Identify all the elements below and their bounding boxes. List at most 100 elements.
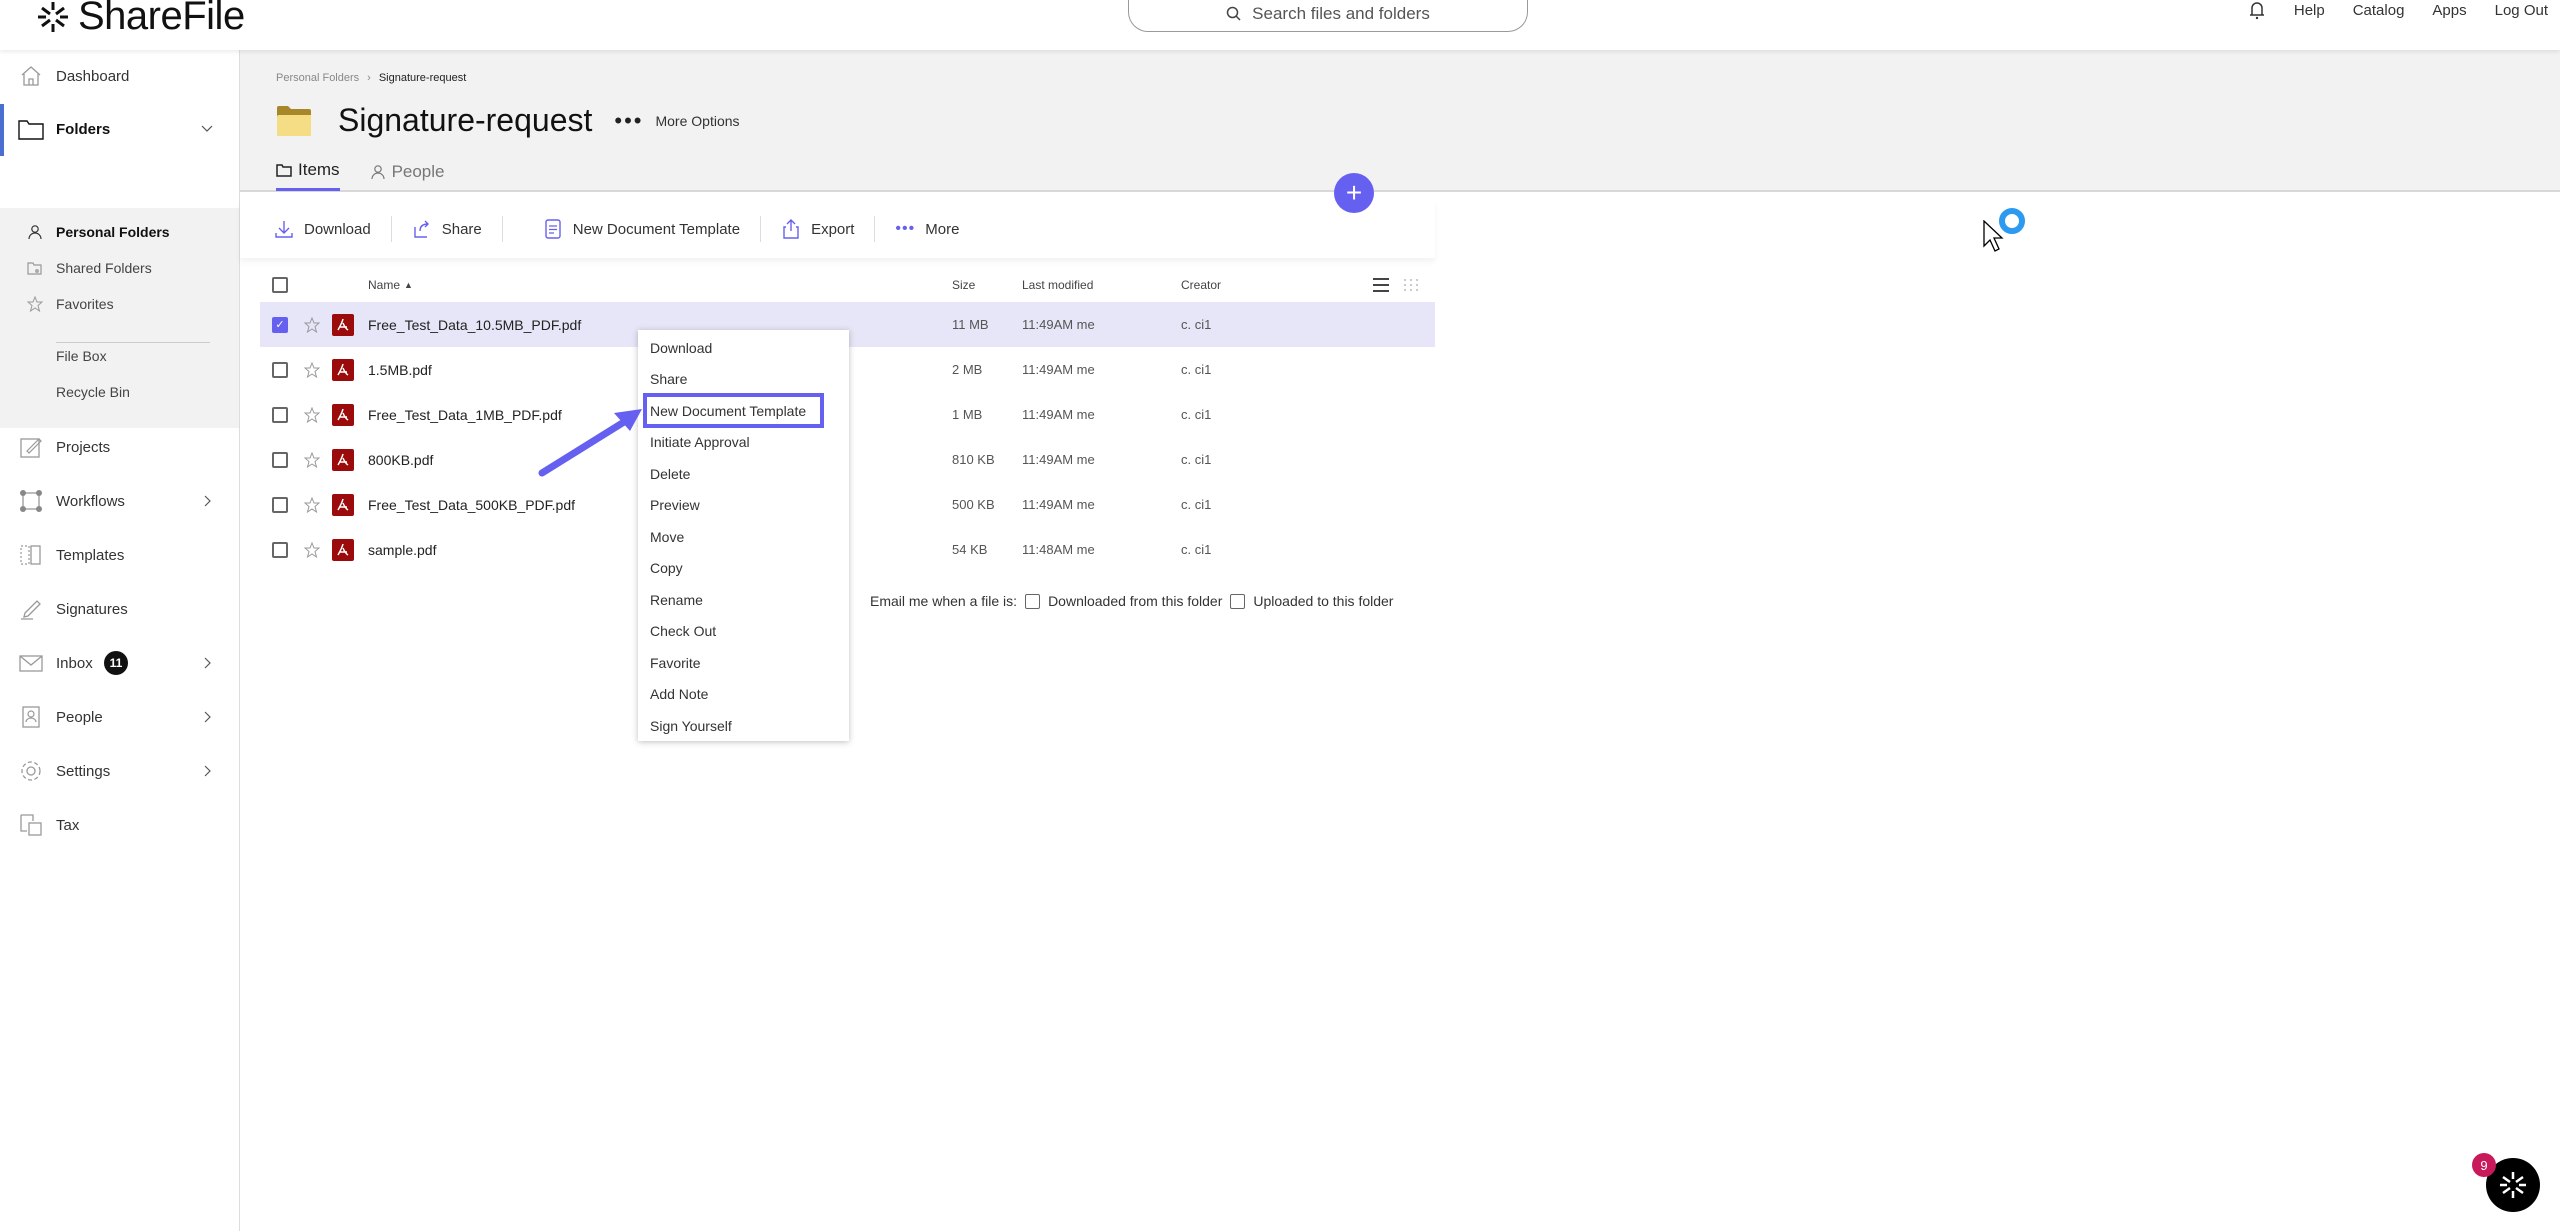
email-notify-label: Email me when a file is:	[870, 593, 1018, 609]
folders-subnav: Personal Folders Shared Folders Favorite…	[0, 208, 239, 428]
tab-items[interactable]: Items	[276, 160, 340, 191]
sidebar-item-file-box[interactable]: File Box	[0, 338, 239, 374]
row-checkbox[interactable]	[272, 361, 288, 378]
apps-link[interactable]: Apps	[2432, 2, 2466, 19]
context-menu-item-move[interactable]: Move	[638, 521, 849, 553]
toolbar: Download Share New Document Template Exp…	[240, 200, 1435, 258]
context-menu-item-preview[interactable]: Preview	[638, 490, 849, 522]
tabs: Items People	[276, 160, 445, 191]
context-menu-item-new-document-template[interactable]: New Document Template	[638, 395, 849, 427]
file-name[interactable]: sample.pdf	[368, 542, 436, 558]
context-menu-item-share[interactable]: Share	[638, 364, 849, 396]
star-icon[interactable]	[304, 496, 320, 513]
context-menu-item-copy[interactable]: Copy	[638, 553, 849, 585]
notify-uploaded-label[interactable]: Uploaded to this folder	[1253, 593, 1393, 609]
star-icon[interactable]	[304, 451, 320, 468]
plus-icon: +	[1345, 177, 1363, 208]
file-size: 810 KB	[952, 452, 995, 467]
row-checkbox[interactable]	[272, 406, 288, 423]
sidebar-item-workflows[interactable]: Workflows	[0, 476, 239, 526]
top-bar: ShareFile Search files and folders Help …	[0, 0, 2560, 50]
tab-people[interactable]: People	[370, 160, 445, 191]
add-button[interactable]: +	[1334, 173, 1374, 213]
chevron-down-icon[interactable]	[200, 122, 214, 136]
sidebar-item-favorites[interactable]: Favorites	[0, 286, 239, 322]
catalog-link[interactable]: Catalog	[2353, 2, 2405, 19]
sidebar-item-shared-folders[interactable]: Shared Folders	[0, 250, 239, 286]
context-menu-item-add-note[interactable]: Add Note	[638, 679, 849, 711]
file-name[interactable]: Free_Test_Data_1MB_PDF.pdf	[368, 407, 562, 423]
download-button[interactable]: Download	[274, 219, 371, 239]
sharefile-logo[interactable]: ShareFile	[36, 0, 245, 39]
context-menu-item-favorite[interactable]: Favorite	[638, 647, 849, 679]
contacts-icon	[18, 704, 44, 730]
breadcrumb-current: Signature-request	[378, 72, 467, 84]
file-name[interactable]: 800KB.pdf	[368, 452, 433, 468]
sidebar-item-inbox[interactable]: Inbox 11	[0, 638, 239, 688]
sidebar-item-tax[interactable]: Tax	[0, 800, 239, 850]
list-view-icon[interactable]	[1372, 277, 1390, 293]
breadcrumb-personal-folders[interactable]: Personal Folders	[276, 72, 359, 84]
context-menu-item-check-out[interactable]: Check Out	[638, 616, 849, 648]
help-link[interactable]: Help	[2294, 2, 2325, 19]
brand-name: ShareFile	[78, 0, 245, 38]
sidebar-item-templates[interactable]: Templates	[0, 530, 239, 580]
chevron-right-icon[interactable]	[200, 710, 214, 724]
chevron-right-icon[interactable]	[200, 656, 214, 670]
select-all-checkbox[interactable]	[272, 277, 288, 293]
sidebar-item-dashboard[interactable]: Dashboard	[0, 51, 239, 101]
sidebar-item-people[interactable]: People	[0, 692, 239, 742]
row-checkbox[interactable]	[272, 541, 288, 558]
new-document-template-button[interactable]: New Document Template	[543, 219, 740, 239]
star-icon[interactable]	[304, 406, 320, 423]
sidebar-item-signatures[interactable]: Signatures	[0, 584, 239, 634]
chevron-right-icon[interactable]	[200, 494, 214, 508]
column-size[interactable]: Size	[952, 268, 975, 302]
column-last-modified[interactable]: Last modified	[1022, 268, 1093, 302]
context-menu-item-sign-yourself[interactable]: Sign Yourself	[638, 710, 849, 742]
star-icon[interactable]	[304, 316, 320, 333]
notify-downloaded-checkbox[interactable]	[1025, 593, 1041, 609]
sharefile-logo-icon	[2500, 1172, 2526, 1198]
column-creator[interactable]: Creator	[1181, 268, 1221, 302]
context-menu-item-rename[interactable]: Rename	[638, 584, 849, 616]
inbox-count-badge: 11	[104, 651, 128, 675]
title-row: Signature-request ••• More Options	[276, 102, 740, 139]
notify-downloaded-label[interactable]: Downloaded from this folder	[1048, 593, 1222, 609]
file-name[interactable]: 1.5MB.pdf	[368, 362, 432, 378]
loading-spinner-icon	[1999, 208, 2025, 234]
search-input[interactable]: Search files and folders	[1128, 0, 1528, 32]
file-name[interactable]: Free_Test_Data_10.5MB_PDF.pdf	[368, 317, 581, 333]
row-checkbox[interactable]: ✓	[272, 316, 288, 333]
row-checkbox[interactable]	[272, 451, 288, 468]
bell-icon[interactable]	[2248, 0, 2266, 20]
sidebar-item-recycle-bin[interactable]: Recycle Bin	[0, 374, 239, 410]
logout-link[interactable]: Log Out	[2495, 2, 2548, 19]
file-modified: 11:49AM me	[1022, 407, 1095, 422]
mail-icon	[18, 650, 44, 676]
sidebar-item-projects[interactable]: Projects	[0, 422, 239, 472]
pdf-file-icon	[332, 448, 354, 471]
sidebar-item-personal-folders[interactable]: Personal Folders	[0, 214, 239, 250]
star-icon[interactable]	[304, 361, 320, 378]
row-checkbox[interactable]	[272, 496, 288, 513]
context-menu-item-delete[interactable]: Delete	[638, 458, 849, 490]
star-icon[interactable]	[304, 541, 320, 558]
more-button[interactable]: ••• More	[895, 220, 959, 238]
file-name[interactable]: Free_Test_Data_500KB_PDF.pdf	[368, 497, 575, 513]
pdf-file-icon	[332, 403, 354, 426]
file-modified: 11:49AM me	[1022, 317, 1095, 332]
grid-view-icon[interactable]	[1402, 277, 1420, 293]
more-options-button[interactable]: ••• More Options	[614, 109, 739, 131]
file-size: 54 KB	[952, 542, 988, 557]
sort-ascending-icon: ▲	[404, 280, 413, 290]
share-button[interactable]: Share	[412, 219, 482, 239]
context-menu-item-initiate-approval[interactable]: Initiate Approval	[638, 427, 849, 459]
notify-uploaded-checkbox[interactable]	[1230, 593, 1246, 609]
context-menu-item-download[interactable]: Download	[638, 332, 849, 364]
export-button[interactable]: Export	[781, 219, 854, 239]
sidebar-item-folders[interactable]: Folders	[0, 104, 239, 156]
column-name[interactable]: Name ▲	[368, 268, 413, 302]
chevron-right-icon[interactable]	[200, 764, 214, 778]
sidebar-item-settings[interactable]: Settings	[0, 746, 239, 796]
